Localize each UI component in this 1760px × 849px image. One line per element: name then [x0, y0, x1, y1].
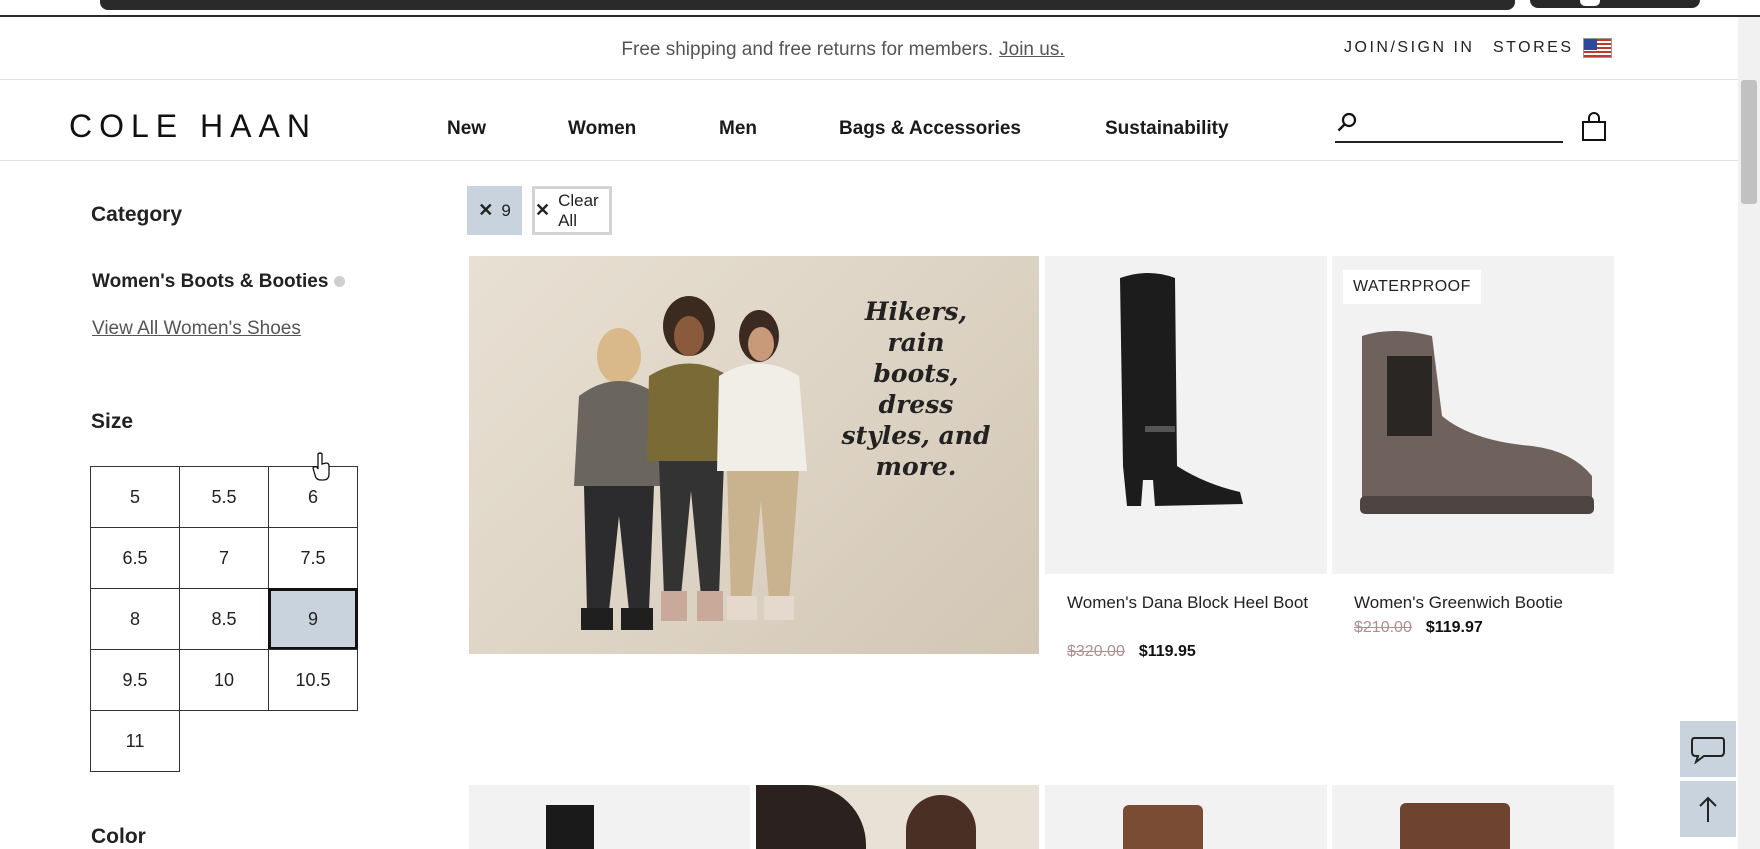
- category-selected-label: Women's Boots & Booties: [92, 271, 329, 292]
- hand-cursor-icon: [312, 452, 330, 481]
- stores-link[interactable]: STORES: [1493, 39, 1574, 57]
- search-input[interactable]: [1369, 112, 1559, 138]
- promo-tile[interactable]: Hikers, rain boots, dress styles, and mo…: [469, 256, 1039, 654]
- size-heading[interactable]: Size: [91, 410, 133, 434]
- nav-item-sustainability[interactable]: Sustainability: [1105, 118, 1229, 140]
- model-image: [756, 785, 866, 849]
- waterproof-badge: WATERPROOF: [1343, 270, 1481, 304]
- site-header: COLE HAAN New Women Men Bags & Accessori…: [0, 80, 1738, 161]
- boot-image: [1400, 803, 1510, 849]
- model-image: [906, 795, 976, 849]
- close-icon: ✕: [478, 200, 494, 220]
- selected-dot-icon: [334, 276, 346, 288]
- original-price: $210.00: [1354, 619, 1412, 636]
- address-bar[interactable]: [100, 0, 1515, 10]
- profile-icon[interactable]: [1580, 0, 1600, 6]
- filter-sidebar: Category Women's Boots & Booties View Al…: [0, 162, 440, 849]
- brand-logo[interactable]: COLE HAAN: [69, 108, 317, 145]
- color-heading[interactable]: Color: [91, 825, 146, 849]
- size-option[interactable]: 9.5: [90, 649, 180, 711]
- nav-item-men[interactable]: Men: [719, 118, 757, 140]
- original-price: $320.00: [1067, 643, 1125, 660]
- size-option[interactable]: 10: [179, 649, 269, 711]
- clear-all-button[interactable]: ✕ Clear All: [532, 186, 612, 235]
- search-box[interactable]: [1335, 110, 1563, 143]
- boot-image: [546, 805, 594, 849]
- size-option[interactable]: 5: [90, 466, 180, 528]
- product-card[interactable]: [469, 785, 750, 849]
- product-card[interactable]: [1332, 785, 1614, 849]
- size-option[interactable]: 7.5: [268, 527, 358, 589]
- size-option[interactable]: 10.5: [268, 649, 358, 711]
- sale-price: $119.95: [1138, 643, 1196, 660]
- size-option[interactable]: 7: [179, 527, 269, 589]
- view-all-link[interactable]: View All Women's Shoes: [92, 318, 301, 340]
- size-option[interactable]: 6.5: [90, 527, 180, 589]
- size-option[interactable]: 5.5: [179, 466, 269, 528]
- filter-chip-size[interactable]: ✕ 9: [467, 186, 522, 235]
- chat-icon: [1691, 737, 1725, 764]
- clear-all-label: Clear All: [558, 190, 599, 230]
- boot-image: [1123, 805, 1203, 849]
- category-heading[interactable]: Category: [91, 203, 182, 227]
- promo-message-text: Free shipping and free returns for membe…: [621, 39, 994, 60]
- promo-tile[interactable]: [756, 785, 1039, 849]
- sale-price: $119.97: [1425, 619, 1483, 636]
- scrollbar-thumb[interactable]: [1741, 80, 1757, 204]
- size-option-selected[interactable]: 9: [268, 588, 358, 650]
- promo-bar: Free shipping and free returns for membe…: [0, 17, 1738, 80]
- product-name[interactable]: Women's Greenwich Bootie: [1354, 591, 1604, 615]
- size-option[interactable]: 11: [90, 710, 180, 772]
- us-flag-icon[interactable]: [1583, 38, 1612, 58]
- size-option[interactable]: 8.5: [179, 588, 269, 650]
- filter-chip-label: 9: [501, 200, 511, 220]
- nav-item-new[interactable]: New: [447, 118, 486, 140]
- product-prices: $210.00 $119.97: [1354, 619, 1483, 637]
- back-to-top-button[interactable]: [1680, 781, 1736, 837]
- category-selected[interactable]: Women's Boots & Booties: [92, 271, 346, 293]
- nav-item-women[interactable]: Women: [568, 118, 636, 140]
- product-card[interactable]: [1045, 785, 1327, 849]
- close-icon: ✕: [535, 200, 551, 220]
- browser-toolbar-right: [1530, 0, 1700, 8]
- chat-button[interactable]: [1680, 721, 1736, 777]
- arrow-up-icon: [1699, 796, 1717, 822]
- product-prices: $320.00 $119.95: [1067, 643, 1196, 661]
- search-icon[interactable]: [1337, 112, 1357, 132]
- product-name[interactable]: Women's Dana Block Heel Boot: [1067, 591, 1317, 615]
- size-option[interactable]: 8: [90, 588, 180, 650]
- nav-item-bags-accessories[interactable]: Bags & Accessories: [839, 118, 1021, 140]
- shopping-bag-icon[interactable]: [1580, 112, 1608, 142]
- join-us-link[interactable]: Join us.: [999, 39, 1064, 60]
- promo-tagline: Hikers, rain boots, dress styles, and mo…: [841, 297, 991, 481]
- join-signin-link[interactable]: JOIN/SIGN IN: [1344, 39, 1474, 57]
- browser-top-edge: [0, 0, 1760, 17]
- boot-image: [1120, 273, 1243, 506]
- product-image[interactable]: [1045, 256, 1327, 574]
